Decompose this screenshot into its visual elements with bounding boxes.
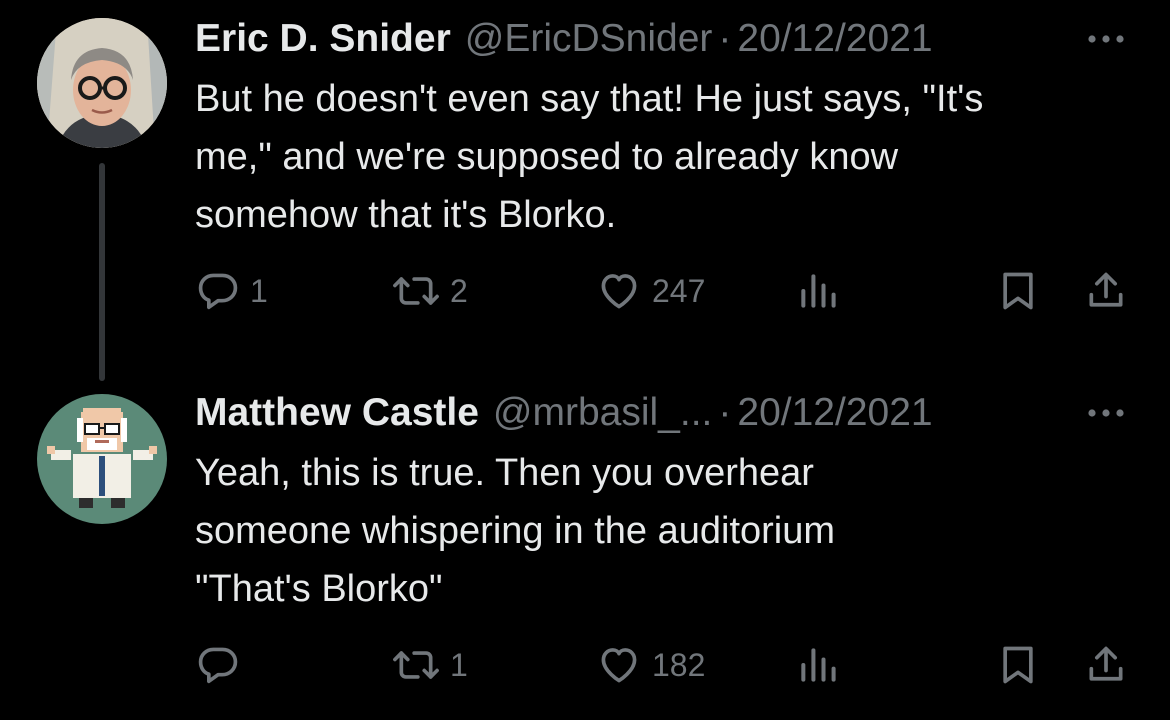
more-button[interactable] <box>1084 17 1128 61</box>
reply-icon <box>198 273 238 310</box>
reply-button[interactable] <box>196 640 250 690</box>
author-handle[interactable]: @EricDSnider <box>465 17 713 61</box>
bookmark-button[interactable] <box>996 640 1040 690</box>
separator: · <box>718 17 732 60</box>
share-button[interactable] <box>1084 266 1128 316</box>
action-bar: 1 2 247 <box>0 266 1170 316</box>
retweet-count: 1 <box>450 646 468 683</box>
profile-photo <box>37 18 167 148</box>
retweet-button[interactable]: 1 <box>392 640 468 690</box>
tweet-text-line: somehow that it's Blorko. <box>195 194 617 236</box>
reply-button[interactable]: 1 <box>196 266 268 316</box>
bookmark-icon <box>1003 646 1033 684</box>
author-name[interactable]: Eric D. Snider <box>195 17 451 61</box>
tweet-date[interactable]: 20/12/2021 <box>737 391 932 435</box>
pixel-art-avatar <box>37 394 167 524</box>
share-icon <box>1089 272 1123 307</box>
retweet-icon <box>393 651 439 679</box>
tweet-text: But he doesn't even say that! He just sa… <box>195 70 1135 244</box>
tweet-text-line: someone whispering in the auditorium <box>195 510 836 552</box>
bookmark-icon <box>1003 272 1033 310</box>
retweet-button[interactable]: 2 <box>392 266 468 316</box>
heart-icon <box>601 274 637 309</box>
avatar[interactable] <box>37 18 167 148</box>
views-icon <box>801 648 836 682</box>
heart-icon <box>601 648 637 683</box>
tweet-text-line: me," and we're supposed to already know <box>195 136 899 178</box>
reply-icon <box>198 647 238 684</box>
views-button[interactable] <box>796 266 840 316</box>
tweet-text-line: But he doesn't even say that! He just sa… <box>195 78 984 120</box>
action-bar: 1 182 <box>0 640 1170 690</box>
like-count: 247 <box>652 272 706 309</box>
reply-count: 1 <box>250 272 268 309</box>
more-icon <box>1088 409 1124 417</box>
views-icon <box>801 274 836 308</box>
author-name[interactable]: Matthew Castle <box>195 391 479 435</box>
tweet-text-line: "That's Blorko" <box>195 568 443 610</box>
tweet-date[interactable]: 20/12/2021 <box>737 17 932 61</box>
like-button[interactable]: 247 <box>596 266 705 316</box>
tweet-header: Matthew Castle @mrbasil_... · 20/12/2021 <box>195 388 933 438</box>
share-button[interactable] <box>1084 640 1128 690</box>
separator: · <box>718 391 732 434</box>
views-button[interactable] <box>796 640 840 690</box>
tweet-text: Yeah, this is true. Then you overhear so… <box>195 444 1135 618</box>
tweet[interactable]: Matthew Castle @mrbasil_... · 20/12/2021… <box>0 380 1170 720</box>
like-button[interactable]: 182 <box>596 640 705 690</box>
more-icon <box>1088 35 1124 43</box>
tweet[interactable]: Eric D. Snider @EricDSnider · 20/12/2021… <box>0 0 1170 381</box>
bookmark-button[interactable] <box>996 266 1040 316</box>
like-count: 182 <box>652 646 706 683</box>
author-handle[interactable]: @mrbasil_... <box>493 391 712 435</box>
tweet-text-line: Yeah, this is true. Then you overhear <box>195 452 814 494</box>
retweet-count: 2 <box>450 272 468 309</box>
retweet-icon <box>393 277 439 305</box>
tweet-header: Eric D. Snider @EricDSnider · 20/12/2021 <box>195 14 933 64</box>
avatar[interactable] <box>37 394 167 524</box>
more-button[interactable] <box>1084 391 1128 435</box>
share-icon <box>1089 646 1123 681</box>
